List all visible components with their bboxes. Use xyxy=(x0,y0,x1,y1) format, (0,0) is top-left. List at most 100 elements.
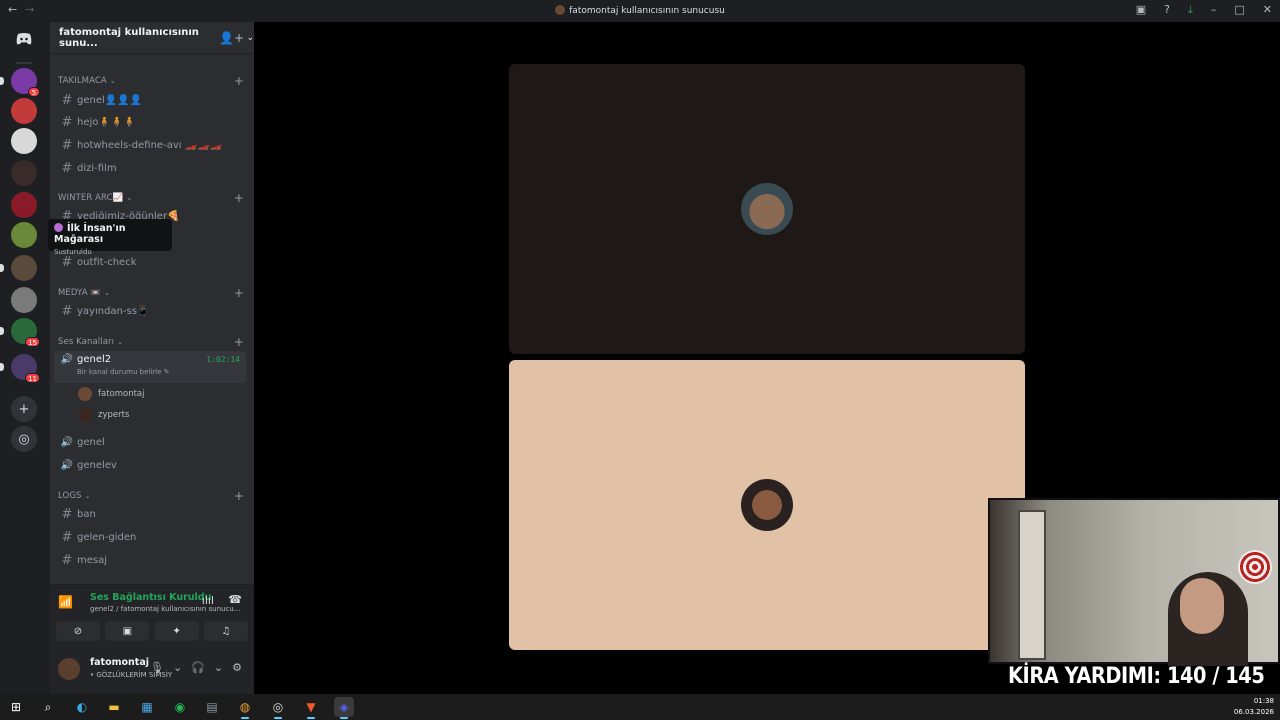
calculator-icon[interactable]: ▤ xyxy=(202,697,222,717)
server-avatar xyxy=(11,128,37,154)
disconnect-icon[interactable]: ☎ xyxy=(228,593,242,606)
channel-hejo[interactable]: # hejo🧍🧍🧍 xyxy=(54,112,246,132)
server-tooltip: İlk İnsan'ın Mağarası Susturuldu xyxy=(48,219,172,256)
screen-share-icon[interactable]: ▣ xyxy=(105,621,150,641)
voice-channel-genel2[interactable]: 🔊 genel2 1:02:14 Bir kanal durumu belirl… xyxy=(54,351,246,383)
brave-icon[interactable]: ▼ xyxy=(301,697,321,719)
hash-icon: # xyxy=(61,529,73,545)
channel-status-prompt[interactable]: Bir kanal durumu belirle ✎ xyxy=(77,368,170,376)
window-title-text: fatomontaj kullanıcısının sunucusu xyxy=(569,6,725,16)
voice-channel-genel[interactable]: 🔊 genel xyxy=(54,432,246,452)
file-explorer-icon[interactable]: ▬ xyxy=(104,697,124,717)
activities-icon[interactable]: ✦ xyxy=(154,621,199,641)
voice-user[interactable]: fatomontaj xyxy=(78,386,145,402)
chevron-down-icon: ⌄ xyxy=(109,77,116,85)
channel-genel[interactable]: # genel👤👤👤 xyxy=(54,90,246,110)
chevron-down-icon: ⌄ xyxy=(246,32,254,43)
minimize-button[interactable]: – xyxy=(1211,3,1217,17)
avatar xyxy=(741,479,793,531)
close-button[interactable]: ✕ xyxy=(1263,3,1272,17)
voice-user[interactable]: zyperts xyxy=(78,407,129,423)
server-icon[interactable]: 15 xyxy=(0,318,40,347)
obs-icon[interactable]: ◎ xyxy=(268,697,288,719)
server-avatar xyxy=(11,255,37,281)
channel-hotwheels[interactable]: # hotwheels-define-avı 🏎️🏎️🏎️ xyxy=(54,135,246,155)
voice-connected-title[interactable]: Ses Bağlantısı Kuruldu xyxy=(90,592,211,603)
participant-tile-fatomontaj[interactable] xyxy=(509,360,1025,650)
gear-icon[interactable]: ⚙ xyxy=(232,661,242,674)
user-panel: fatomontaj • GÖZLÜKLERİM SİMSİY 🎙 ⌄ 🎧 ⌄ … xyxy=(50,646,254,694)
category-medya[interactable]: MEDYA 📼 ⌄ + xyxy=(58,286,248,302)
camera-off-icon[interactable]: ⊘ xyxy=(56,621,100,641)
server-avatar xyxy=(11,160,37,186)
server-icon[interactable] xyxy=(11,192,37,218)
create-channel-icon[interactable]: + xyxy=(234,286,244,300)
participant-tile-zyperts[interactable] xyxy=(509,64,1025,354)
server-avatar xyxy=(11,98,37,124)
category-takilmaca[interactable]: TAKILMACA ⌄ + xyxy=(58,74,248,90)
channel-gelen-giden[interactable]: # gelen-giden xyxy=(54,527,246,547)
hash-icon: # xyxy=(61,506,73,522)
user-avatar[interactable] xyxy=(58,658,80,680)
channel-ban[interactable]: # ban xyxy=(54,504,246,524)
spotify-icon[interactable]: ◉ xyxy=(170,697,190,717)
discord-taskbar-icon[interactable]: ◈ xyxy=(334,697,354,719)
signal-icon[interactable]: 📶 xyxy=(58,595,73,609)
server-icon[interactable] xyxy=(0,255,37,281)
download-icon[interactable]: ⤓ xyxy=(1188,3,1193,17)
tooltip-subtitle: Susturuldu xyxy=(54,248,92,256)
create-channel-icon[interactable]: + xyxy=(234,191,244,205)
tooltip-title: İlk İnsan'ın Mağarası xyxy=(54,223,126,245)
noise-suppression-icon[interactable]: ılıl xyxy=(202,594,214,607)
server-avatar xyxy=(11,287,37,313)
avatar xyxy=(78,408,92,422)
soundboard-icon[interactable]: ♫ xyxy=(203,621,248,641)
server-icon[interactable] xyxy=(11,98,37,124)
system-clock[interactable]: 01:38 06.03.2026 xyxy=(1234,696,1274,718)
streamer-face xyxy=(1180,578,1224,634)
create-channel-icon[interactable]: + xyxy=(234,335,244,349)
window-controls: ▣ ? ⤓ – □ ✕ xyxy=(1136,3,1272,17)
server-icon[interactable] xyxy=(11,287,37,313)
search-icon[interactable]: ⌕ xyxy=(38,697,58,717)
chevron-down-icon: ⌄ xyxy=(84,492,91,500)
voice-channel-genelev[interactable]: 🔊 genelev xyxy=(54,455,246,475)
add-server-button[interactable]: + xyxy=(11,396,37,422)
create-channel-icon[interactable]: + xyxy=(234,74,244,88)
channel-dizi-film[interactable]: # dizi-film xyxy=(54,158,246,178)
maximize-button[interactable]: □ xyxy=(1234,3,1244,17)
discord-logo-icon xyxy=(16,33,32,45)
category-winter-arc[interactable]: WINTER ARC📈 ⌄ + xyxy=(58,191,248,207)
create-channel-icon[interactable]: + xyxy=(234,489,244,503)
channel-yayindan-ss[interactable]: # yayından-ss📱 xyxy=(54,301,246,321)
inbox-icon[interactable]: ▣ xyxy=(1136,3,1146,17)
photos-icon[interactable]: ▦ xyxy=(137,697,157,717)
unread-indicator xyxy=(0,327,4,335)
discord-home-icon[interactable] xyxy=(11,26,37,52)
chrome-icon[interactable]: ◍ xyxy=(235,697,255,719)
server-icon[interactable]: 5 xyxy=(0,68,40,97)
edge-icon[interactable]: ◐ xyxy=(72,697,92,717)
server-header[interactable]: fatomontaj kullanıcısının sunu... ⌄ 👤+ xyxy=(50,22,254,54)
channel-mesaj[interactable]: # mesaj xyxy=(54,550,246,570)
voice-timer: 1:02:14 xyxy=(206,355,240,364)
microphone-icon[interactable]: 🎙 xyxy=(150,661,164,674)
server-icon[interactable] xyxy=(11,222,37,248)
category-logs[interactable]: LOGS ⌄ + xyxy=(58,489,248,505)
headphones-icon[interactable]: 🎧 xyxy=(191,661,205,674)
server-icon[interactable] xyxy=(11,160,37,186)
voice-connection-panel: 📶 Ses Bağlantısı Kuruldu genel2 / fatomo… xyxy=(50,584,254,646)
chevron-down-icon[interactable]: ⌄ xyxy=(173,661,182,674)
server-name: fatomontaj kullanıcısının sunu... xyxy=(59,26,199,49)
category-ses-kanallari[interactable]: Ses Kanalları ⌄ + xyxy=(58,335,248,351)
chevron-down-icon[interactable]: ⌄ xyxy=(214,661,223,674)
server-icon[interactable] xyxy=(11,128,37,154)
username[interactable]: fatomontaj xyxy=(90,657,149,668)
server-icon[interactable]: 11 xyxy=(0,354,40,383)
webcam-overlay xyxy=(988,498,1280,666)
explore-button[interactable]: ◎ xyxy=(11,426,37,452)
start-icon[interactable]: ⊞ xyxy=(6,697,26,717)
voice-connected-subtitle[interactable]: genel2 / fatomontaj kullanıcısının sunuc… xyxy=(90,605,240,613)
help-icon[interactable]: ? xyxy=(1164,3,1170,17)
invite-people-icon[interactable]: 👤+ xyxy=(219,31,244,45)
